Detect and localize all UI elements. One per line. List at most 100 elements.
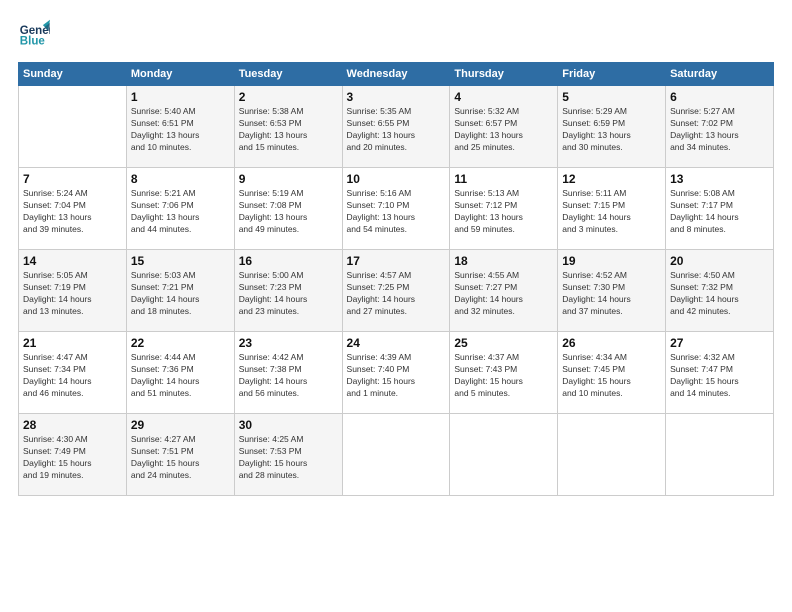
day-info: Sunrise: 5:38 AM Sunset: 6:53 PM Dayligh… [239, 106, 338, 154]
day-info: Sunrise: 4:44 AM Sunset: 7:36 PM Dayligh… [131, 352, 230, 400]
weekday-header-row: SundayMondayTuesdayWednesdayThursdayFrid… [19, 63, 774, 86]
day-number: 30 [239, 418, 338, 432]
day-info: Sunrise: 5:05 AM Sunset: 7:19 PM Dayligh… [23, 270, 122, 318]
calendar-cell: 18 Sunrise: 4:55 AM Sunset: 7:27 PM Dayli… [450, 250, 558, 332]
day-info: Sunrise: 5:40 AM Sunset: 6:51 PM Dayligh… [131, 106, 230, 154]
day-info: Sunrise: 4:55 AM Sunset: 7:27 PM Dayligh… [454, 270, 553, 318]
calendar-cell: 19 Sunrise: 4:52 AM Sunset: 7:30 PM Dayli… [558, 250, 666, 332]
day-info: Sunrise: 4:30 AM Sunset: 7:49 PM Dayligh… [23, 434, 122, 482]
calendar-cell: 3 Sunrise: 5:35 AM Sunset: 6:55 PM Daylig… [342, 86, 450, 168]
day-number: 16 [239, 254, 338, 268]
calendar-week-4: 21Sunrise: 4:47 AM Sunset: 7:34 PM Dayli… [19, 332, 774, 414]
day-number: 17 [347, 254, 446, 268]
day-number: 13 [670, 172, 769, 186]
calendar-cell: 7 Sunrise: 5:24 AM Sunset: 7:04 PM Daylig… [19, 168, 127, 250]
day-number: 27 [670, 336, 769, 350]
day-number: 18 [454, 254, 553, 268]
day-info: Sunrise: 4:50 AM Sunset: 7:32 PM Dayligh… [670, 270, 769, 318]
day-number: 19 [562, 254, 661, 268]
day-info: Sunrise: 4:57 AM Sunset: 7:25 PM Dayligh… [347, 270, 446, 318]
day-info: Sunrise: 4:37 AM Sunset: 7:43 PM Dayligh… [454, 352, 553, 400]
day-number: 8 [131, 172, 230, 186]
day-number: 3 [347, 90, 446, 104]
calendar-cell: 2 Sunrise: 5:38 AM Sunset: 6:53 PM Daylig… [234, 86, 342, 168]
calendar-cell: 13 Sunrise: 5:08 AM Sunset: 7:17 PM Dayli… [666, 168, 774, 250]
day-number: 22 [131, 336, 230, 350]
day-number: 14 [23, 254, 122, 268]
calendar-cell [666, 414, 774, 496]
weekday-header-thursday: Thursday [450, 63, 558, 86]
weekday-header-wednesday: Wednesday [342, 63, 450, 86]
calendar-week-5: 28 Sunrise: 4:30 AM Sunset: 7:49 PM Dayli… [19, 414, 774, 496]
day-info: Sunrise: 5:16 AM Sunset: 7:10 PM Dayligh… [347, 188, 446, 236]
calendar-cell: 21Sunrise: 4:47 AM Sunset: 7:34 PM Dayli… [19, 332, 127, 414]
day-info: Sunrise: 5:08 AM Sunset: 7:17 PM Dayligh… [670, 188, 769, 236]
calendar-cell [19, 86, 127, 168]
day-number: 10 [347, 172, 446, 186]
calendar-table: SundayMondayTuesdayWednesdayThursdayFrid… [18, 62, 774, 496]
day-info: Sunrise: 5:24 AM Sunset: 7:04 PM Dayligh… [23, 188, 122, 236]
calendar-cell [450, 414, 558, 496]
day-number: 29 [131, 418, 230, 432]
day-info: Sunrise: 4:52 AM Sunset: 7:30 PM Dayligh… [562, 270, 661, 318]
weekday-header-friday: Friday [558, 63, 666, 86]
day-info: Sunrise: 4:25 AM Sunset: 7:53 PM Dayligh… [239, 434, 338, 482]
day-info: Sunrise: 5:27 AM Sunset: 7:02 PM Dayligh… [670, 106, 769, 154]
logo: General Blue [18, 18, 54, 50]
day-info: Sunrise: 5:35 AM Sunset: 6:55 PM Dayligh… [347, 106, 446, 154]
day-info: Sunrise: 4:27 AM Sunset: 7:51 PM Dayligh… [131, 434, 230, 482]
day-number: 28 [23, 418, 122, 432]
day-number: 2 [239, 90, 338, 104]
day-number: 26 [562, 336, 661, 350]
calendar-cell: 9 Sunrise: 5:19 AM Sunset: 7:08 PM Daylig… [234, 168, 342, 250]
day-number: 11 [454, 172, 553, 186]
day-number: 25 [454, 336, 553, 350]
calendar-cell: 25 Sunrise: 4:37 AM Sunset: 7:43 PM Dayli… [450, 332, 558, 414]
calendar-cell: 27Sunrise: 4:32 AM Sunset: 7:47 PM Dayli… [666, 332, 774, 414]
page-header: General Blue [18, 18, 774, 50]
calendar-cell: 20 Sunrise: 4:50 AM Sunset: 7:32 PM Dayli… [666, 250, 774, 332]
calendar-cell: 10 Sunrise: 5:16 AM Sunset: 7:10 PM Dayli… [342, 168, 450, 250]
calendar-cell: 16 Sunrise: 5:00 AM Sunset: 7:23 PM Dayli… [234, 250, 342, 332]
calendar-cell: 4 Sunrise: 5:32 AM Sunset: 6:57 PM Daylig… [450, 86, 558, 168]
calendar-cell: 11Sunrise: 5:13 AM Sunset: 7:12 PM Dayli… [450, 168, 558, 250]
day-info: Sunrise: 5:11 AM Sunset: 7:15 PM Dayligh… [562, 188, 661, 236]
calendar-cell: 6Sunrise: 5:27 AM Sunset: 7:02 PM Daylig… [666, 86, 774, 168]
day-info: Sunrise: 5:32 AM Sunset: 6:57 PM Dayligh… [454, 106, 553, 154]
day-info: Sunrise: 4:42 AM Sunset: 7:38 PM Dayligh… [239, 352, 338, 400]
day-number: 4 [454, 90, 553, 104]
weekday-header-sunday: Sunday [19, 63, 127, 86]
day-info: Sunrise: 5:29 AM Sunset: 6:59 PM Dayligh… [562, 106, 661, 154]
svg-text:Blue: Blue [20, 36, 46, 48]
day-number: 9 [239, 172, 338, 186]
calendar-cell: 17 Sunrise: 4:57 AM Sunset: 7:25 PM Dayli… [342, 250, 450, 332]
day-number: 21 [23, 336, 122, 350]
calendar-cell: 30 Sunrise: 4:25 AM Sunset: 7:53 PM Dayli… [234, 414, 342, 496]
calendar-cell [558, 414, 666, 496]
day-number: 5 [562, 90, 661, 104]
calendar-cell [342, 414, 450, 496]
day-info: Sunrise: 5:00 AM Sunset: 7:23 PM Dayligh… [239, 270, 338, 318]
calendar-cell: 28 Sunrise: 4:30 AM Sunset: 7:49 PM Dayli… [19, 414, 127, 496]
calendar-week-1: 1Sunrise: 5:40 AM Sunset: 6:51 PM Daylig… [19, 86, 774, 168]
day-info: Sunrise: 4:34 AM Sunset: 7:45 PM Dayligh… [562, 352, 661, 400]
calendar-cell: 1Sunrise: 5:40 AM Sunset: 6:51 PM Daylig… [126, 86, 234, 168]
day-number: 20 [670, 254, 769, 268]
calendar-cell: 8Sunrise: 5:21 AM Sunset: 7:06 PM Daylig… [126, 168, 234, 250]
calendar-cell: 14 Sunrise: 5:05 AM Sunset: 7:19 PM Dayli… [19, 250, 127, 332]
calendar-cell: 26 Sunrise: 4:34 AM Sunset: 7:45 PM Dayli… [558, 332, 666, 414]
day-info: Sunrise: 5:03 AM Sunset: 7:21 PM Dayligh… [131, 270, 230, 318]
logo-icon: General Blue [18, 18, 50, 50]
day-number: 7 [23, 172, 122, 186]
weekday-header-tuesday: Tuesday [234, 63, 342, 86]
weekday-header-saturday: Saturday [666, 63, 774, 86]
calendar-cell: 24 Sunrise: 4:39 AM Sunset: 7:40 PM Dayli… [342, 332, 450, 414]
calendar-week-2: 7 Sunrise: 5:24 AM Sunset: 7:04 PM Daylig… [19, 168, 774, 250]
day-number: 24 [347, 336, 446, 350]
day-number: 15 [131, 254, 230, 268]
calendar-cell: 15 Sunrise: 5:03 AM Sunset: 7:21 PM Dayli… [126, 250, 234, 332]
day-number: 23 [239, 336, 338, 350]
calendar-cell: 23 Sunrise: 4:42 AM Sunset: 7:38 PM Dayli… [234, 332, 342, 414]
day-info: Sunrise: 5:19 AM Sunset: 7:08 PM Dayligh… [239, 188, 338, 236]
day-info: Sunrise: 4:39 AM Sunset: 7:40 PM Dayligh… [347, 352, 446, 400]
